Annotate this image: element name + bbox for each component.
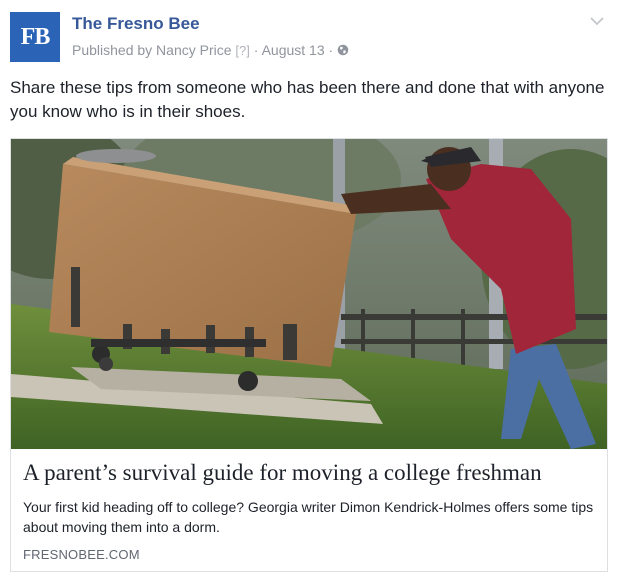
chevron-down-icon[interactable]	[590, 16, 604, 26]
meta-separator: ·	[253, 42, 259, 58]
post-meta: Published by Nancy Price [?] · August 13…	[72, 42, 349, 58]
published-by-text[interactable]: Published by Nancy Price	[72, 42, 232, 58]
post-message: Share these tips from someone who has be…	[10, 78, 605, 121]
meta-separator: ·	[328, 42, 334, 58]
link-title[interactable]: A parent’s survival guide for moving a c…	[23, 459, 595, 487]
post-date-link[interactable]: August 13	[262, 42, 325, 58]
help-marker[interactable]: [?]	[235, 43, 249, 58]
moving-box-photo	[11, 139, 607, 449]
post-header: FB The Fresno Bee Published by Nancy Pri…	[10, 10, 610, 62]
page-avatar[interactable]: FB	[10, 12, 60, 62]
link-preview-card[interactable]: A parent’s survival guide for moving a c…	[10, 138, 608, 572]
facebook-post: FB The Fresno Bee Published by Nancy Pri…	[0, 0, 620, 585]
link-preview-body[interactable]: A parent’s survival guide for moving a c…	[23, 459, 595, 562]
globe-icon[interactable]	[337, 44, 349, 56]
page-name-link[interactable]: The Fresno Bee	[72, 14, 200, 34]
link-domain: FRESNOBEE.COM	[23, 547, 140, 562]
link-preview-image[interactable]	[11, 139, 607, 449]
link-description: Your first kid heading off to college? G…	[23, 499, 594, 535]
